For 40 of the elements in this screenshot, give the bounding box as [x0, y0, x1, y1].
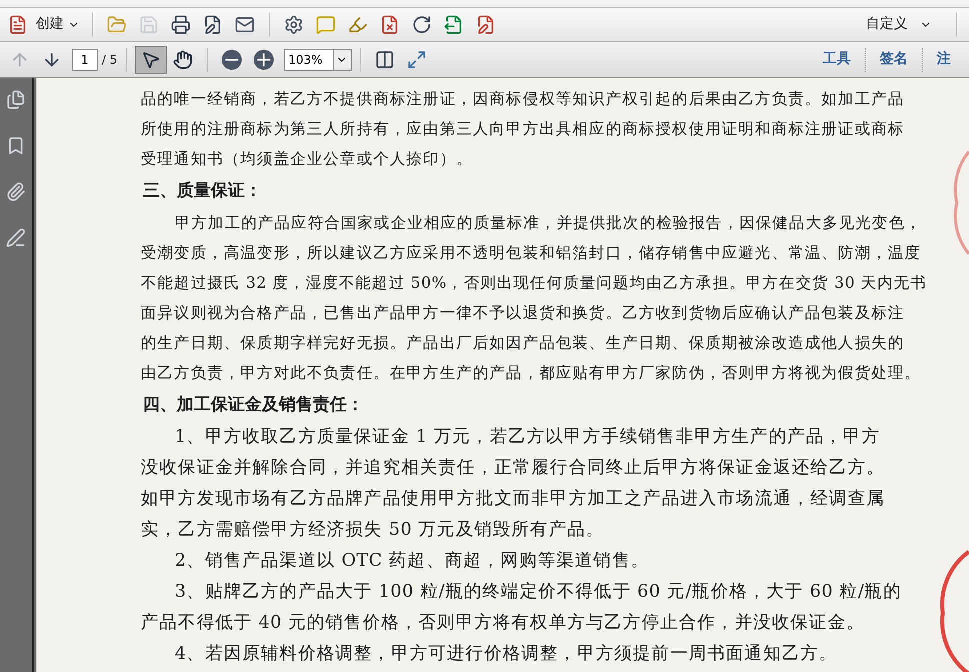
document-paragraph: 甲方加工的产品应符合国家或企业相应的质量标准，并提供批次的检验报告，因保健品大多见光变色， 受潮变质，高温变形，所以建议乙方应采用不透明包装和铝箔封口，储存销售中应避光、常温、防潮，温度 不能超过摄氏 32 度，湿度不能超过 50%，否则出现任何质量问题均由乙方承担。甲方在交货 30 天内无书 面异议则视为合格产品，已售出产品甲方一律不予以退货和换货。乙方收到货物后应确认产品包装及标注 的生产日期、保质期字样完好无损。产品出厂后如因产品包装、生产日期、保质期被涂改造成他人损失的 由乙方负责，甲方对此不负责任。在甲方生产的产品，都应贴有甲方厂家防伪，否则甲方将视为假货处理。	[141, 213, 928, 384]
document-paragraph: 2、销售产品渠道以 OTC 药超、商超，网购等渠道销售。	[174, 550, 650, 573]
pane-tab[interactable]: 工具	[809, 49, 865, 70]
document-paragraph: 4、若因原辅料价格调整，甲方可进行价格调整，甲方须提前一周书面通知乙方。	[174, 643, 838, 666]
paperclip-icon	[6, 182, 26, 202]
document-paragraph: 3、贴牌乙方的产品大于 100 粒/瓶的终端定价不得低于 60 元/瓶价格，大于 60 粒/瓶的 产品不得低于 40 元的销售价格，否则甲方将有权单方与乙方停止合作，并没收保证金。	[141, 581, 902, 635]
signature-icon	[6, 228, 26, 248]
select-tool-button[interactable]	[134, 46, 166, 74]
fit-width-icon	[374, 50, 394, 70]
export-document-icon	[444, 14, 464, 34]
document-icon	[8, 14, 28, 34]
section-heading: 三、质量保证：	[142, 180, 262, 203]
edit-document-icon	[203, 14, 223, 34]
comment-icon	[316, 14, 336, 34]
create-button[interactable]: 创建	[4, 10, 84, 38]
delete-document-icon	[380, 14, 400, 34]
zoom-out-icon	[222, 50, 242, 70]
document-paragraph: 品的唯一经销商，若乙方不提供商标注册证，因商标侵权等知识产权引起的后果由乙方负责。如加工产品 所使用的注册商标为第三人所持有，应由第三人向甲方出具相应的商标授权使用证明和商标注册证或商标 受理通知书（均须盖企业公章或个人捺印）。	[141, 89, 905, 170]
hand-tool-icon	[172, 50, 192, 70]
save-icon	[139, 14, 159, 34]
pane-tab[interactable]: 注	[923, 49, 965, 70]
folder-icon	[107, 14, 127, 34]
fit-page-icon	[406, 50, 426, 70]
page-number-field[interactable]: 1	[72, 48, 98, 70]
page-count: / 5	[102, 52, 118, 68]
rotate-document-icon	[412, 14, 432, 34]
section-heading: 四、加工保证金及销售责任：	[142, 394, 364, 417]
pages-icon	[6, 90, 26, 110]
zoom-in-icon	[254, 50, 274, 70]
highlight-text-icon	[348, 14, 368, 34]
sign-document-icon	[476, 14, 496, 34]
zoom-dropdown[interactable]: 103%	[284, 48, 352, 70]
customize-dropdown[interactable]: 自定义	[858, 14, 940, 35]
select-tool-icon	[140, 50, 160, 70]
document-paragraph: 1、甲方收取乙方质量保证金 1 万元，若乙方以甲方手续销售非甲方生产的产品，甲方 没收保证金并解除合同，并追究相关责任，正常履行合同终止后甲方将保证金返还给乙方。 如甲方发现市场有乙方品牌产品使用甲方批文而非甲方加工之产品进入市场流通，经调查属 实，乙方需赔偿甲方经济损失 50 万元及销毁所有产品。	[141, 426, 885, 542]
email-icon	[235, 14, 255, 34]
print-icon	[171, 14, 191, 34]
settings-icon	[284, 14, 304, 34]
pane-tab[interactable]: 签名	[866, 49, 922, 70]
signature-button[interactable]	[4, 226, 28, 250]
